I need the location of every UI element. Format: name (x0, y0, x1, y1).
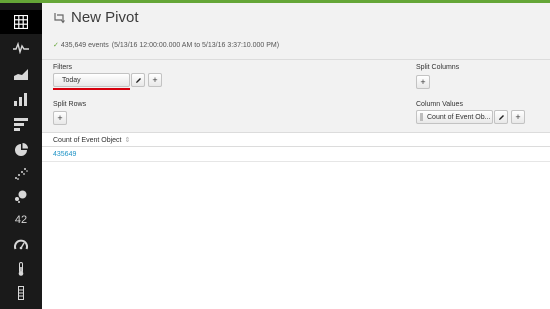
time-range: (5/13/16 12:00:00.000 AM to 5/13/16 3:37… (111, 41, 280, 49)
bubble-chart-icon[interactable] (7, 186, 35, 206)
split-columns-label: Split Columns (416, 64, 460, 71)
visualization-sidebar: 42 (0, 3, 42, 309)
filter-pill-today[interactable]: Today (53, 73, 130, 87)
add-split-row-button[interactable]: + (53, 111, 67, 125)
pencil-icon (498, 114, 504, 120)
pivot-main: New Pivot ✓ 435,649 events (5/13/16 12:0… (42, 3, 550, 309)
filter-pill-label: Today (62, 76, 81, 84)
sort-icon[interactable]: ⇕ (124, 136, 130, 144)
event-count: 435,649 events (60, 41, 109, 49)
plus-icon: + (152, 75, 158, 85)
pivot-header: New Pivot ✓ 435,649 events (5/13/16 12:0… (42, 3, 550, 60)
page-title: New Pivot (71, 9, 139, 26)
column-chart-icon[interactable] (7, 89, 35, 109)
column-values-label: Column Values (416, 101, 463, 108)
check-icon: ✓ (53, 42, 59, 49)
results-table-header: Count of Event Object ⇕ (42, 133, 550, 147)
column-header[interactable]: Count of Event Object ⇕ (53, 136, 130, 145)
statistics-table-icon[interactable] (0, 10, 42, 34)
edit-column-value-button[interactable] (494, 110, 508, 124)
drag-handle-icon[interactable] (420, 113, 423, 121)
bar-chart-icon[interactable] (7, 114, 35, 134)
pivot-icon (54, 12, 65, 23)
filters-label: Filters (53, 64, 73, 71)
filler-gauge-icon[interactable] (7, 259, 35, 279)
marker-gauge-icon[interactable] (7, 283, 35, 303)
scatter-chart-icon[interactable] (7, 163, 35, 183)
add-split-column-button[interactable]: + (416, 75, 430, 89)
pivot-config-panel: Filters Today + Split Rows + Split Colum… (42, 60, 550, 133)
title-row: New Pivot (53, 9, 139, 26)
single-value-label: 42 (14, 214, 28, 226)
column-header-label: Count of Event Object (53, 136, 122, 144)
plus-icon: + (57, 113, 63, 123)
column-value-pill-label: Count of Event Ob... (427, 113, 491, 121)
filter-highlight-underline (53, 88, 130, 90)
add-filter-button[interactable]: + (148, 73, 162, 87)
radial-gauge-icon[interactable] (7, 235, 35, 255)
single-value-icon[interactable]: 42 (7, 210, 35, 230)
edit-filter-button[interactable] (131, 73, 145, 87)
table-cell-count[interactable]: 435649 (53, 151, 76, 158)
add-column-value-button[interactable]: + (511, 110, 525, 124)
table-row: 435649 (42, 148, 550, 162)
split-rows-label: Split Rows (53, 101, 87, 108)
event-summary: ✓ 435,649 events (5/13/16 12:00:00.000 A… (53, 41, 280, 50)
line-chart-icon[interactable] (7, 38, 35, 58)
area-chart-icon[interactable] (7, 64, 35, 84)
pencil-icon (135, 77, 141, 83)
plus-icon: + (515, 112, 521, 122)
plus-icon: + (420, 77, 426, 87)
pie-chart-icon[interactable] (7, 139, 35, 159)
column-value-pill[interactable]: Count of Event Ob... (416, 110, 493, 124)
